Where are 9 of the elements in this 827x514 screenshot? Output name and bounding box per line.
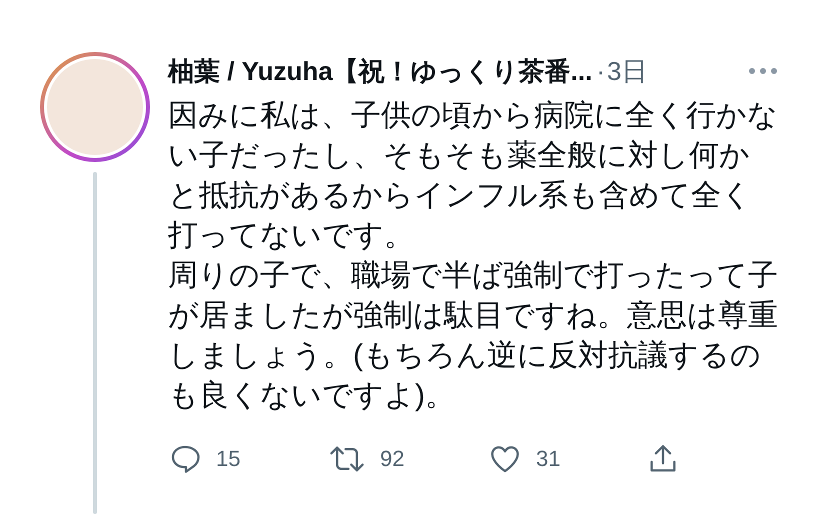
- tweet-text: 周りの子で、職場で半ば強制で打ったって子が居ましたが強制は駄目ですね。意思は尊重しましょう。(もちろん逆に反対抗議するのも良くないですよ)。: [168, 258, 779, 414]
- like-count: 31: [536, 446, 560, 472]
- more-icon[interactable]: [748, 67, 778, 75]
- separator: ·: [596, 56, 606, 86]
- tweet-text: 因みに私は、子供の頃から病院に全く行かない子だったし、そもそも薬全般に対し何かと抵抗があるからインフル系も含めて全く打ってないです。: [168, 98, 779, 254]
- reply-count: 15: [216, 446, 240, 472]
- author-name[interactable]: 柚葉 / Yuzuha【祝！ゆっくり茶番...: [168, 54, 592, 88]
- timestamp[interactable]: 3日: [607, 54, 648, 88]
- retweet-count: 92: [380, 446, 404, 472]
